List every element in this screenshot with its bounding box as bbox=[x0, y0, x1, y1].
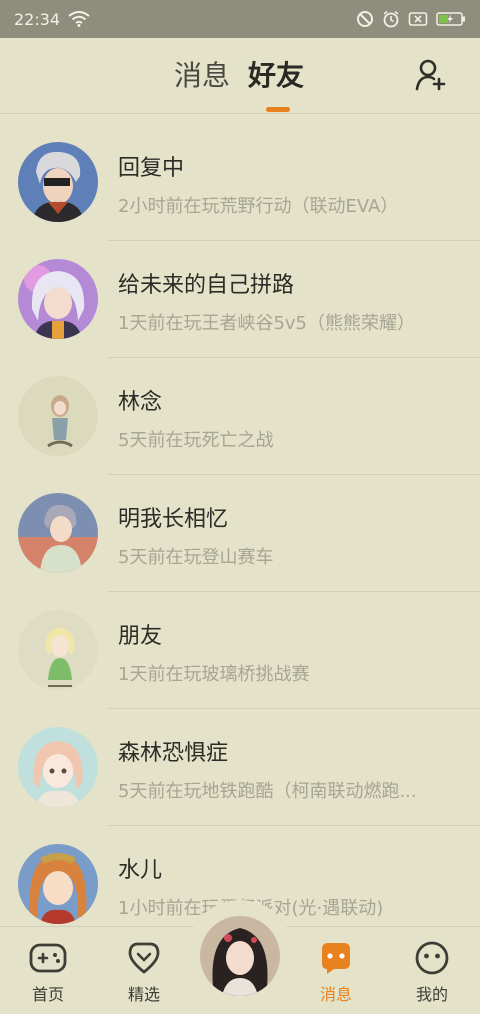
status-time: 22:34 bbox=[14, 9, 61, 29]
center-profile-avatar[interactable] bbox=[196, 912, 284, 1000]
friend-name: 回复中 bbox=[118, 156, 185, 181]
gamepad-icon bbox=[29, 939, 67, 977]
avatar[interactable] bbox=[18, 493, 98, 573]
friend-row[interactable]: 林念 5天前在玩死亡之战 bbox=[0, 358, 480, 475]
friend-activity: 1天前在玩王者峡谷5v5（熊熊荣耀） bbox=[118, 313, 416, 334]
alarm-icon bbox=[382, 10, 400, 28]
friend-row[interactable]: 给未来的自己拼路 1天前在玩王者峡谷5v5（熊熊荣耀） bbox=[0, 241, 480, 358]
friend-activity: 5天前在玩登山赛车 bbox=[118, 547, 274, 568]
smiley-icon bbox=[413, 939, 451, 977]
tab-messages[interactable]: 消息 bbox=[174, 58, 230, 94]
friend-name: 水儿 bbox=[118, 858, 163, 883]
nav-me[interactable]: 我的 bbox=[384, 927, 480, 1014]
friend-name: 朋友 bbox=[118, 624, 163, 649]
friend-list: 回复中 2小时前在玩荒野行动（联动EVA） 给未来的自己拼路 1天前在玩王者峡谷… bbox=[0, 124, 480, 926]
friend-row[interactable]: 回复中 2小时前在玩荒野行动（联动EVA） bbox=[0, 124, 480, 241]
avatar[interactable] bbox=[18, 259, 98, 339]
tab-friends[interactable]: 好友 bbox=[248, 58, 304, 94]
status-bar: 22:34 bbox=[0, 0, 480, 38]
nav-me-label: 我的 bbox=[415, 985, 448, 1004]
avatar[interactable] bbox=[18, 727, 98, 807]
friend-activity: 1天前在玩玻璃桥挑战赛 bbox=[118, 664, 310, 685]
nav-featured[interactable]: 精选 bbox=[96, 927, 192, 1014]
friend-name: 给未来的自己拼路 bbox=[118, 273, 295, 298]
do-not-disturb-icon bbox=[356, 10, 374, 28]
avatar[interactable] bbox=[18, 142, 98, 222]
header: 消息 好友 bbox=[0, 38, 480, 114]
friend-name: 林念 bbox=[118, 390, 163, 415]
nav-featured-label: 精选 bbox=[127, 985, 160, 1004]
avatar[interactable] bbox=[18, 844, 98, 924]
avatar[interactable] bbox=[18, 376, 98, 456]
friend-activity: 5天前在玩死亡之战 bbox=[118, 430, 274, 451]
avatar[interactable] bbox=[18, 610, 98, 690]
add-friend-button[interactable] bbox=[412, 58, 450, 96]
friend-row[interactable]: 明我长相忆 5天前在玩登山赛车 bbox=[0, 475, 480, 592]
wifi-icon bbox=[68, 11, 90, 27]
nav-messages[interactable]: 消息 bbox=[288, 927, 384, 1014]
friend-name: 森林恐惧症 bbox=[118, 741, 229, 766]
friend-row[interactable]: 森林恐惧症 5天前在玩地铁跑酷（柯南联动燃跑... bbox=[0, 709, 480, 826]
sim-off-icon bbox=[408, 11, 428, 27]
add-user-icon bbox=[415, 58, 447, 96]
friend-name: 明我长相忆 bbox=[118, 507, 229, 532]
friend-row[interactable]: 朋友 1天前在玩玻璃桥挑战赛 bbox=[0, 592, 480, 709]
nav-home[interactable]: 首页 bbox=[0, 927, 96, 1014]
heart-badge-icon bbox=[125, 939, 163, 977]
friend-activity: 5天前在玩地铁跑酷（柯南联动燃跑... bbox=[118, 781, 417, 802]
nav-messages-label: 消息 bbox=[319, 985, 352, 1004]
active-tab-indicator bbox=[266, 107, 290, 112]
nav-home-label: 首页 bbox=[31, 985, 64, 1004]
friend-activity: 2小时前在玩荒野行动（联动EVA） bbox=[118, 196, 399, 217]
friend-activity: 1小时前在玩蛋仔派对(光·遇联动) bbox=[118, 896, 462, 922]
chat-icon bbox=[317, 939, 355, 977]
battery-charging-icon bbox=[436, 11, 466, 27]
